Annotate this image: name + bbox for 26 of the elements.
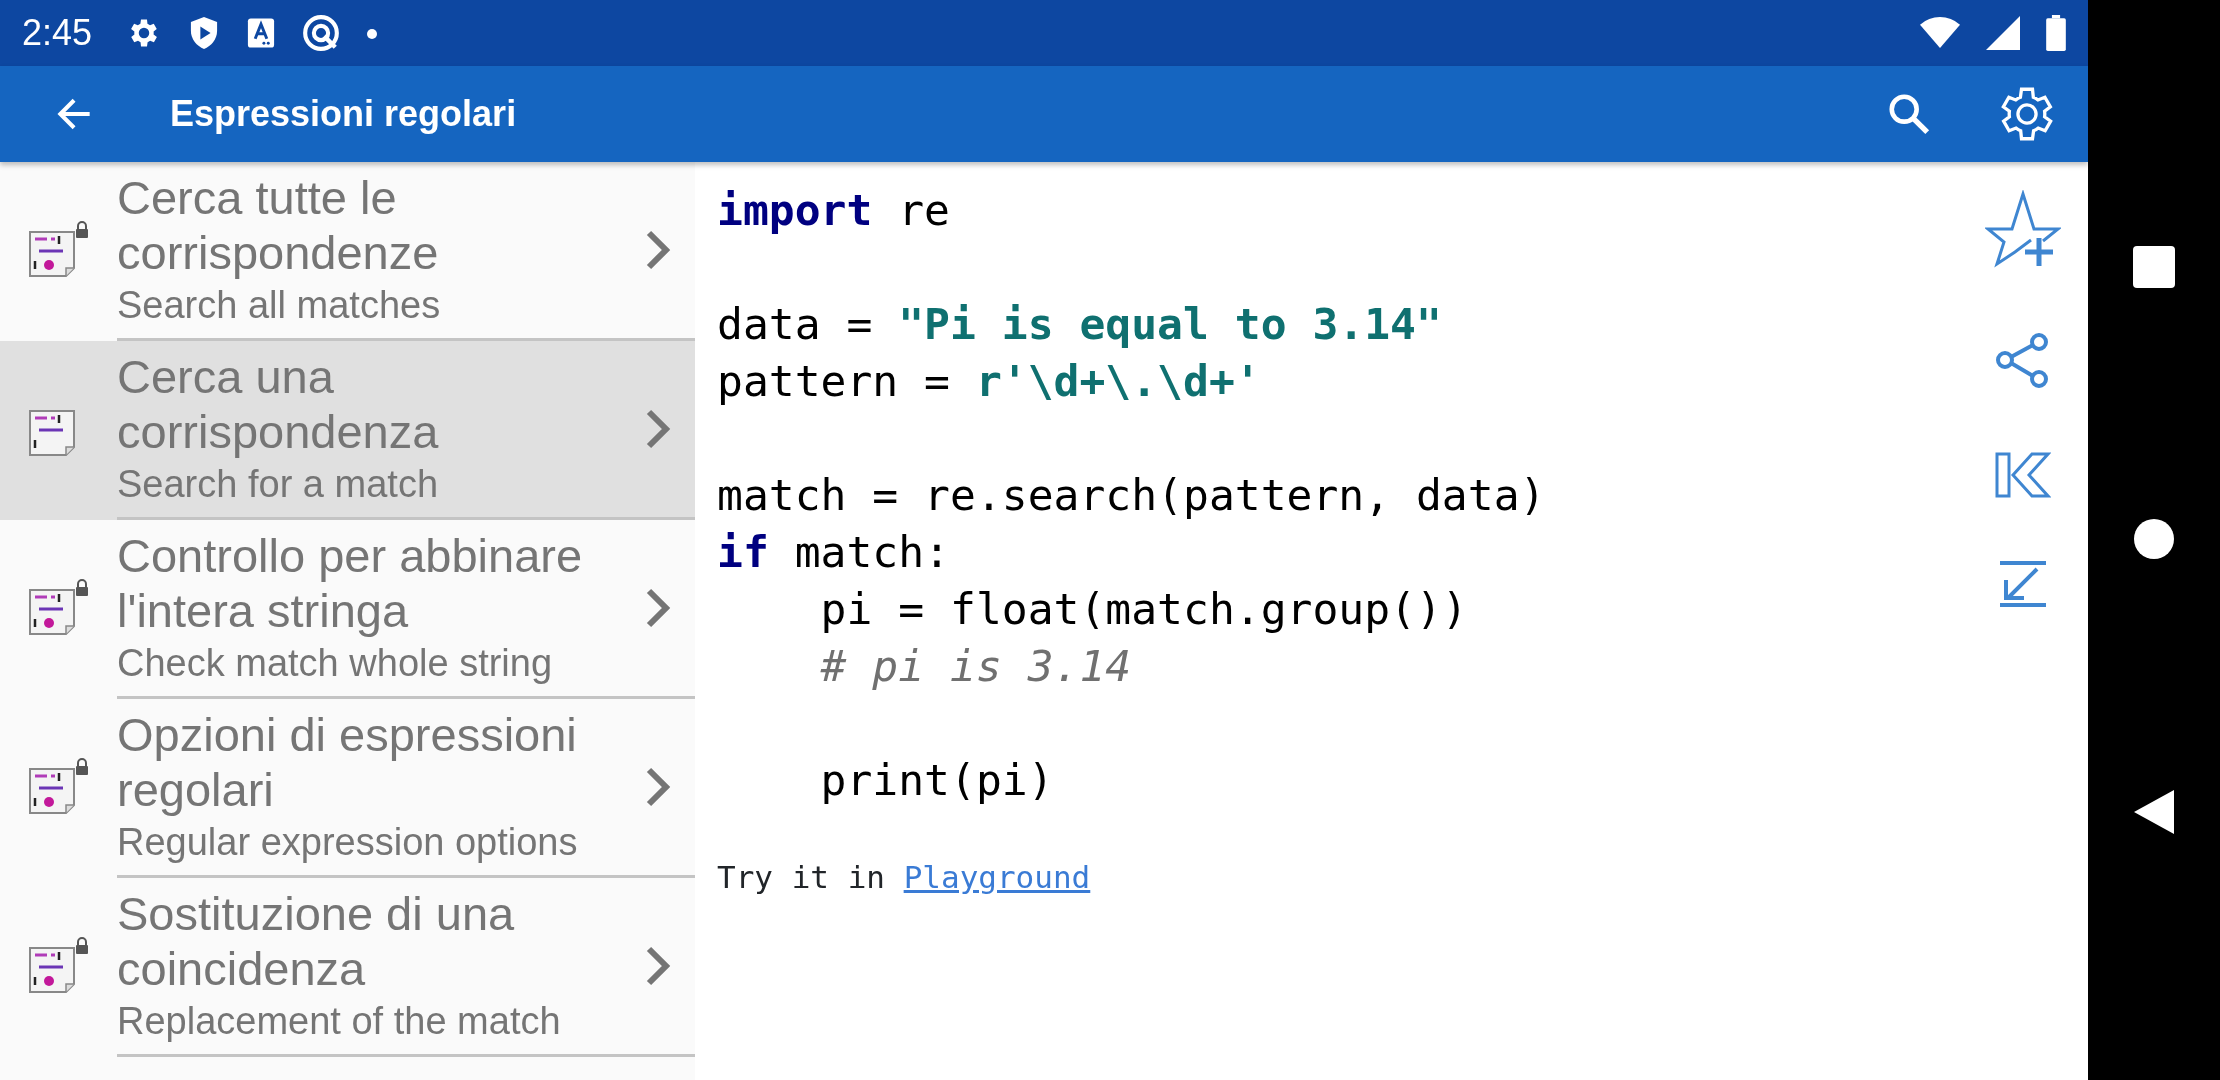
- code-line: import re: [717, 184, 951, 237]
- playground-link[interactable]: Playground: [903, 859, 1091, 895]
- code-line: if match:: [717, 526, 951, 579]
- code-line: pi = float(match.group()): [819, 583, 1469, 636]
- list-item[interactable]: Cerca una corrispondenza Search for a match: [0, 341, 695, 520]
- code-line: pattern = r'\d+\.\d+': [717, 355, 1262, 408]
- code-line: data = "Pi is equal to 3.14": [717, 298, 1443, 351]
- try-it-text: Try it in Playground: [717, 858, 1092, 897]
- item-title: Sostituzione di una coincidenza: [117, 886, 516, 996]
- code-line: # pi is 3.14: [819, 640, 1133, 693]
- item-title: Opzioni di espressioni regolari: [117, 707, 578, 817]
- code-line: print(pi): [819, 754, 1055, 807]
- item-title: Cerca una corrispondenza: [117, 349, 440, 459]
- item-title: Cerca tutte le corrispondenze: [117, 170, 440, 280]
- item-subtitle: Search for a match: [117, 462, 440, 507]
- list-item[interactable]: Sostituzione di una coincidenza Replacement of the match: [0, 878, 695, 1057]
- item-title: Controllo per abbinare l'intera stringa: [117, 528, 584, 638]
- list-item[interactable]: Controllo per abbinare l'intera stringa Check match whole string: [0, 520, 695, 699]
- item-subtitle: Check match whole string: [117, 641, 554, 686]
- status-time: 2:45: [22, 11, 93, 55]
- code-line: match = re.search(pattern, data): [717, 469, 1547, 522]
- screen-title: Espressioni regolari: [170, 92, 518, 136]
- list-item[interactable]: Opzioni di espressioni regolari Regular expression options: [0, 699, 695, 878]
- item-subtitle: Search all matches: [117, 283, 442, 328]
- item-subtitle: Regular expression options: [117, 820, 579, 865]
- item-subtitle: Replacement of the match: [117, 999, 562, 1044]
